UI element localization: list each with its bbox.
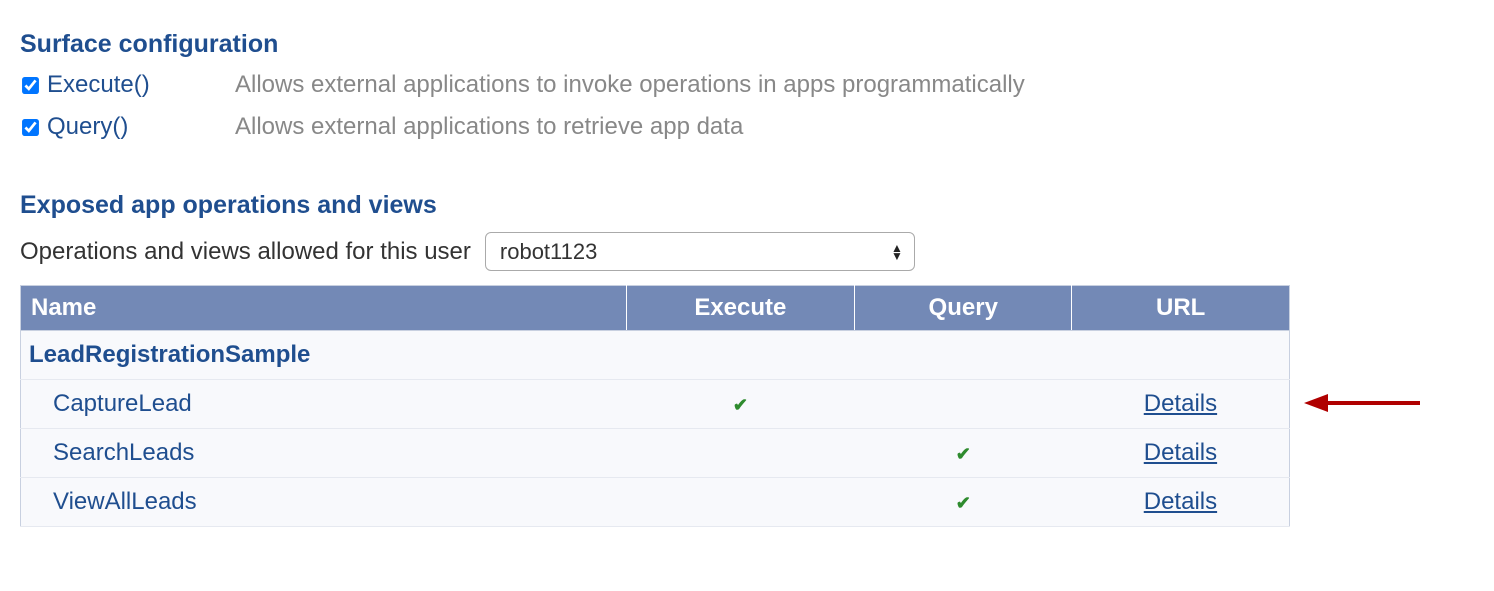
query-label: Query() [47, 113, 128, 141]
col-query: Query [855, 286, 1072, 331]
exposed-block: Exposed app operations and views Operati… [20, 191, 1474, 527]
op-url-cell: Details [1072, 429, 1290, 478]
table-group-row: LeadRegistrationSample [21, 331, 1290, 380]
op-url-cell: Details [1072, 478, 1290, 527]
details-link[interactable]: Details [1144, 390, 1217, 417]
op-execute-cell [626, 478, 855, 527]
details-link[interactable]: Details [1144, 439, 1217, 466]
config-row-execute: Execute() Allows external applications to… [20, 71, 1474, 99]
surface-config-list: Execute() Allows external applications to… [20, 71, 1474, 141]
arrow-left-icon [1302, 388, 1422, 418]
col-execute: Execute [626, 286, 855, 331]
exposed-title: Exposed app operations and views [20, 191, 1474, 220]
op-query-cell: ✔ [855, 478, 1072, 527]
op-query-cell [855, 380, 1072, 429]
config-row-query: Query() Allows external applications to r… [20, 113, 1474, 141]
table-header-row: Name Execute Query URL [21, 286, 1290, 331]
execute-label: Execute() [47, 71, 150, 99]
op-query-cell: ✔ [855, 429, 1072, 478]
op-execute-cell [626, 429, 855, 478]
execute-desc: Allows external applications to invoke o… [235, 71, 1025, 99]
user-select-wrap: robot1123 ▲▼ [485, 232, 915, 271]
execute-checkbox[interactable] [22, 77, 39, 94]
col-name: Name [21, 286, 627, 331]
op-name: ViewAllLeads [21, 478, 627, 527]
check-icon: ✔ [956, 444, 971, 464]
group-name: LeadRegistrationSample [21, 331, 1290, 380]
check-icon: ✔ [956, 493, 971, 513]
query-checkbox[interactable] [22, 119, 39, 136]
op-execute-cell: ✔ [626, 380, 855, 429]
operations-table: Name Execute Query URL LeadRegistrationS… [20, 285, 1290, 527]
op-url-cell: Details [1072, 380, 1290, 429]
details-link[interactable]: Details [1144, 488, 1217, 515]
check-icon: ✔ [733, 395, 748, 415]
table-row: CaptureLead ✔ Details [21, 380, 1290, 429]
user-filter-row: Operations and views allowed for this us… [20, 232, 1474, 271]
config-cb-col: Execute() [20, 71, 235, 99]
op-name: CaptureLead [21, 380, 627, 429]
config-cb-col: Query() [20, 113, 235, 141]
surface-config-title: Surface configuration [20, 30, 1474, 59]
user-select[interactable]: robot1123 [485, 232, 915, 271]
page-root: Surface configuration Execute() Allows ex… [20, 30, 1474, 527]
table-row: ViewAllLeads ✔ Details [21, 478, 1290, 527]
table-row: SearchLeads ✔ Details [21, 429, 1290, 478]
op-name: SearchLeads [21, 429, 627, 478]
user-filter-label: Operations and views allowed for this us… [20, 238, 471, 266]
col-url: URL [1072, 286, 1290, 331]
query-desc: Allows external applications to retrieve… [235, 113, 743, 141]
